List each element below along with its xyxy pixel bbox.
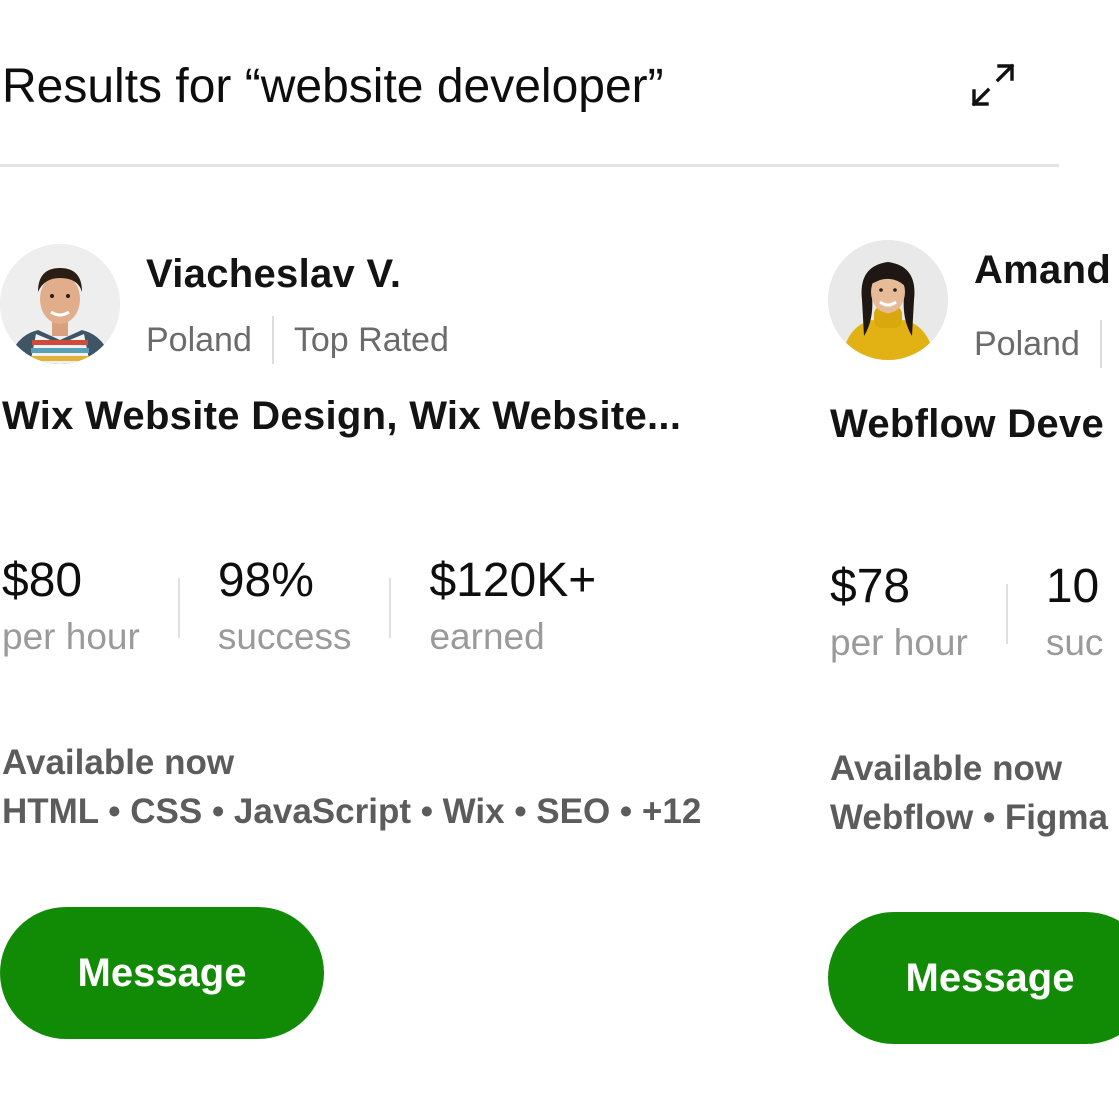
stat-value: $120K+: [429, 554, 597, 607]
country-label: Poland: [974, 324, 1080, 363]
stat-value: $78: [830, 560, 911, 613]
availability-block: Available now Webflow • Figma: [830, 746, 1108, 842]
stat-label: suc: [1045, 622, 1104, 663]
availability-label: Available now: [2, 743, 235, 782]
avatar[interactable]: [0, 244, 120, 364]
country-label: Poland: [146, 320, 252, 359]
freelancer-meta: Poland: [974, 320, 1119, 368]
stat-divider: [389, 578, 392, 638]
skills-list: Webflow • Figma: [830, 798, 1109, 837]
top-rated-badge: Top Rated: [293, 320, 449, 359]
stat-success: 10 suc: [1046, 558, 1104, 668]
stat-label: per hour: [830, 622, 968, 663]
freelancer-name[interactable]: Viacheslav V.: [146, 252, 401, 297]
profile-photo: [828, 240, 948, 360]
stat-divider: [1005, 584, 1008, 644]
avatar[interactable]: [828, 240, 948, 360]
stat-label: earned: [429, 616, 545, 657]
results-carousel[interactable]: Viacheslav V. Poland Top Rated Wix Websi…: [0, 0, 1119, 1116]
stat-value: 98%: [217, 554, 314, 607]
message-button[interactable]: Message: [828, 912, 1119, 1044]
stat-label: success: [217, 616, 352, 657]
stat-rate: $78 per hour: [830, 558, 968, 668]
stat-value: $80: [2, 554, 83, 607]
freelancer-meta: Poland Top Rated: [146, 316, 449, 364]
meta-divider: [271, 316, 274, 364]
stat-earned: $120K+ earned: [429, 552, 596, 662]
stat-rate: $80 per hour: [2, 552, 140, 662]
stat-divider: [177, 578, 180, 638]
stats-row: $80 per hour 98% success $120K+ earned: [2, 552, 596, 662]
freelancer-title: Wix Website Design, Wix Website...: [2, 394, 682, 438]
skills-list: HTML • CSS • JavaScript • Wix • SEO • +1…: [2, 792, 702, 831]
stat-value: 10: [1045, 560, 1100, 613]
message-button[interactable]: Message: [0, 907, 324, 1039]
freelancer-card[interactable]: Amand Poland Webflow Deve $78 per hour 1…: [828, 240, 1119, 1090]
freelancer-title: Webflow Deve: [830, 402, 1105, 446]
profile-photo: [0, 244, 120, 364]
stat-label: per hour: [2, 616, 140, 657]
stat-success: 98% success: [218, 552, 352, 662]
stats-row: $78 per hour 10 suc: [830, 558, 1103, 668]
meta-divider: [1099, 320, 1102, 368]
availability-label: Available now: [830, 749, 1063, 788]
availability-block: Available now HTML • CSS • JavaScript • …: [2, 740, 701, 836]
freelancer-card[interactable]: Viacheslav V. Poland Top Rated Wix Websi…: [0, 240, 780, 1090]
freelancer-name[interactable]: Amand: [974, 248, 1111, 293]
